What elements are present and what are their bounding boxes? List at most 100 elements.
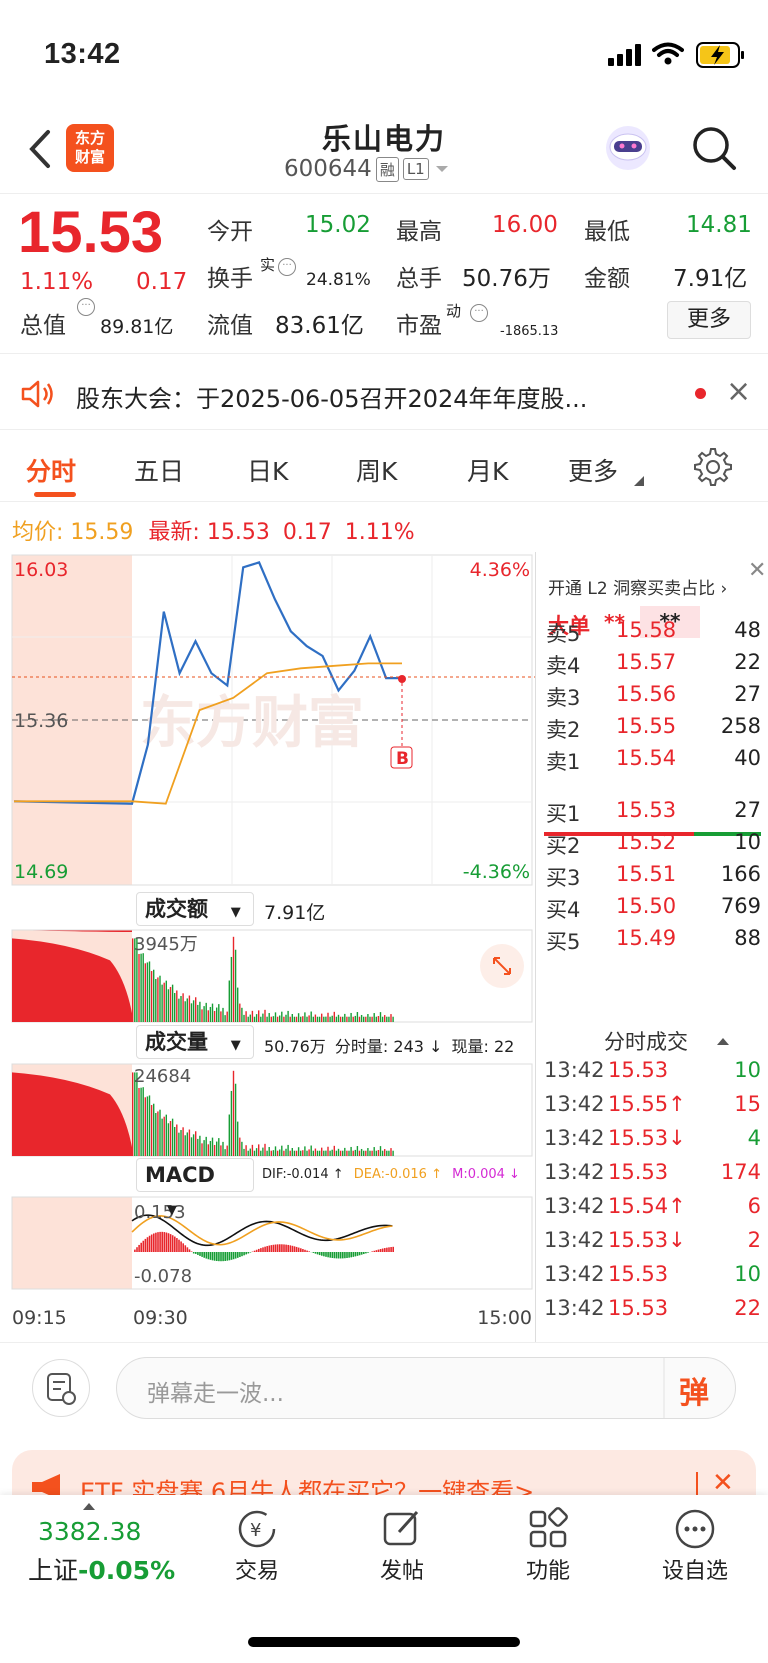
tab-five-day[interactable]: 五日 — [134, 452, 184, 488]
time-start: 09:15 — [12, 1307, 67, 1329]
watchlist-label: 设自选 — [661, 1559, 728, 1584]
volume-bar — [327, 1146, 329, 1156]
tab-more[interactable]: 更多 — [568, 452, 618, 488]
volume-total: 50.76万 — [264, 1037, 326, 1056]
function-button[interactable]: 功能 — [493, 1505, 603, 1585]
tab-intraday[interactable]: 分时 — [26, 452, 76, 488]
buy-row[interactable]: 买2 15.52 10 — [546, 830, 761, 864]
info-icon[interactable]: ··· — [278, 258, 296, 276]
volume-bar — [159, 1109, 161, 1156]
robot-assistant-icon[interactable] — [600, 120, 656, 176]
volume-bar — [327, 1012, 329, 1022]
volume-bar — [260, 1150, 262, 1156]
volume-bar — [283, 1016, 285, 1022]
volume-bar — [239, 1137, 241, 1156]
volume-bar — [171, 1118, 174, 1156]
sell-row[interactable]: 卖4 15.57 22 — [546, 650, 761, 684]
add-watchlist-button[interactable]: 设自选 — [640, 1505, 750, 1585]
notice-bar[interactable]: 股东大会：于2025-06-05召开2024年年度股... × — [0, 358, 768, 430]
volume-bar — [142, 1087, 144, 1156]
macd-bar — [205, 1252, 208, 1259]
caret-down-icon[interactable] — [433, 163, 451, 175]
sell-volume: 22 — [734, 650, 761, 674]
signal-icon — [608, 44, 641, 66]
sell-row[interactable]: 卖2 15.55 258 — [546, 714, 761, 748]
tab-monthly-k[interactable]: 月K — [467, 452, 508, 488]
tick-volume: 22 — [734, 1296, 761, 1320]
volume-bar — [291, 1013, 293, 1022]
l2-promo[interactable]: 开通 L2 洞察买卖占比 › — [548, 574, 727, 599]
volume-bar — [251, 1144, 254, 1156]
trade-button[interactable]: ¥ 交易 — [202, 1505, 312, 1585]
macd-bar — [314, 1252, 317, 1254]
index-value[interactable]: 3382.38 — [38, 1517, 141, 1546]
volume-bar — [155, 979, 157, 1022]
volume-bar — [159, 975, 161, 1022]
volume-bar — [293, 1016, 296, 1022]
buy-level: 买5 — [546, 930, 581, 954]
level-tag: L1 — [402, 158, 429, 180]
caret-up-icon — [83, 1503, 95, 1510]
close-icon[interactable]: × — [726, 374, 751, 409]
buy-row[interactable]: 买3 15.51 166 — [546, 862, 761, 896]
volume-bar — [228, 980, 230, 1022]
info-icon[interactable]: ··· — [77, 298, 95, 316]
volume-bar — [213, 1144, 216, 1156]
caret-up-icon[interactable] — [716, 1036, 730, 1046]
volume-bar — [390, 1148, 392, 1156]
tab-weekly-k[interactable]: 周K — [356, 452, 397, 488]
danmu-settings-button[interactable] — [32, 1359, 90, 1417]
volume-bar — [228, 1114, 230, 1156]
volume-bar — [241, 1007, 243, 1022]
tab-daily-k[interactable]: 日K — [247, 452, 288, 488]
volume-bar — [182, 993, 184, 1022]
sell-row[interactable]: 卖1 15.54 40 — [546, 746, 761, 780]
macd-bar — [373, 1250, 376, 1252]
sell-price: 15.56 — [616, 682, 677, 706]
function-label: 功能 — [525, 1559, 570, 1584]
volume-bar — [146, 962, 149, 1022]
post-button[interactable]: 发帖 — [347, 1505, 457, 1585]
volume-bar — [335, 1016, 338, 1022]
sell-row[interactable]: 卖5 15.58 48 — [546, 618, 761, 652]
danmu-input[interactable]: 弹幕走一波... 弹 — [116, 1357, 736, 1419]
ticks-label[interactable]: 分时成交 — [604, 1026, 688, 1056]
volume-header[interactable]: 成交量 ▼ — [136, 1025, 254, 1059]
intraday-chart[interactable]: 东方财富 B 16.03 15.36 14.69 4.36% -4.36% 39… — [0, 552, 535, 1342]
volume-bar — [201, 1143, 203, 1156]
settings-gear-icon[interactable] — [694, 448, 732, 486]
volume-bar — [274, 1146, 277, 1156]
high-label: 最高 — [396, 219, 442, 245]
chart-watermark: 东方财富 — [140, 691, 364, 756]
close-icon[interactable]: ✕ — [712, 1468, 734, 1498]
more-quote-button[interactable]: 更多 — [667, 301, 751, 339]
volume-bar — [245, 1145, 247, 1156]
volume-bar — [140, 953, 142, 1022]
macd-header[interactable]: MACD ▼ — [136, 1158, 254, 1218]
danmu-send-button[interactable]: 弹 — [679, 1368, 709, 1412]
macd-bar — [243, 1252, 245, 1256]
info-icon[interactable]: ··· — [470, 304, 488, 322]
sell-row[interactable]: 卖3 15.56 27 — [546, 682, 761, 716]
volume-bar — [272, 1150, 275, 1156]
macd-bar — [384, 1248, 386, 1252]
amount-header[interactable]: 成交额 ▼ — [136, 892, 254, 926]
index-row[interactable]: 上证-0.05% — [28, 1551, 175, 1587]
macd-bar — [220, 1252, 222, 1262]
change-amount: 0.17 — [136, 269, 188, 295]
buy-marker[interactable]: B — [396, 749, 409, 769]
volume-bar — [392, 1150, 394, 1156]
amount-label: 金额 — [584, 266, 630, 292]
search-icon[interactable] — [690, 124, 738, 172]
buy-row[interactable]: 买1 15.53 27 — [546, 798, 761, 832]
volume-bar — [289, 1150, 291, 1156]
volume-bar — [369, 1016, 371, 1022]
more-dots-icon — [675, 1509, 715, 1549]
buy-row[interactable]: 买5 15.49 88 — [546, 926, 761, 960]
y-bot: 14.69 — [14, 861, 68, 883]
volume-bar — [344, 1013, 346, 1022]
buy-price: 15.53 — [616, 798, 677, 822]
close-icon[interactable]: ✕ — [748, 558, 766, 583]
macd-bar — [226, 1252, 229, 1261]
buy-row[interactable]: 买4 15.50 769 — [546, 894, 761, 928]
